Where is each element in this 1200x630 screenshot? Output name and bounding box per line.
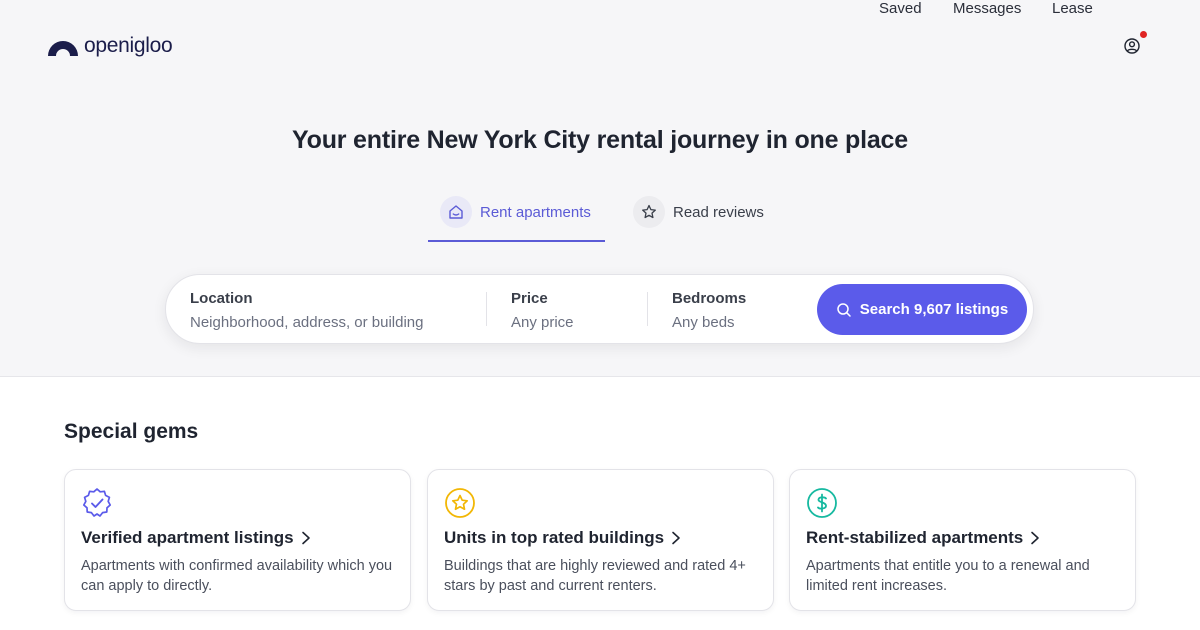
chevron-right-icon — [1031, 531, 1040, 545]
tab-rent-apartments[interactable]: Rent apartments — [428, 196, 605, 242]
brand-name: openigloo — [84, 34, 173, 57]
nav-messages[interactable]: Messages — [953, 0, 1021, 17]
nav-saved[interactable]: Saved — [879, 0, 922, 17]
search-icon — [837, 302, 851, 317]
search-button-label: Search 9,607 listings — [859, 301, 1009, 318]
chevron-right-icon — [672, 531, 680, 545]
gem-card-title: Units in top rated buildings — [444, 528, 682, 548]
gem-card-title: Verified apartment listings — [81, 528, 312, 548]
gem-card-title-text: Rent-stabilized apartments — [806, 528, 1024, 547]
gem-card-description: Apartments with confirmed availability w… — [81, 558, 393, 594]
gem-card-description: Apartments that entitle you to a renewal… — [806, 558, 1090, 594]
nav-lease[interactable]: Lease — [1052, 0, 1093, 17]
tab-read-reviews[interactable]: Read reviews — [633, 196, 773, 242]
user-circle-icon[interactable] — [1124, 38, 1140, 54]
gem-card-description: Buildings that are highly reviewed and r… — [444, 558, 746, 594]
igloo-logo-icon — [48, 41, 78, 56]
star-circle-icon — [445, 488, 475, 518]
tab-read-reviews-label: Read reviews — [673, 204, 764, 221]
price-label: Price — [511, 290, 548, 307]
location-field[interactable]: Location Neighborhood, address, or build… — [190, 275, 486, 343]
divider — [486, 292, 487, 326]
bedrooms-field[interactable]: Bedrooms Any beds — [672, 275, 812, 343]
chevron-right-icon — [301, 531, 310, 545]
gem-card-top-rated[interactable]: Units in top rated buildings Buildings t… — [427, 469, 774, 611]
brand-logo[interactable]: openigloo — [48, 34, 173, 58]
section-title: Special gems — [64, 420, 199, 443]
price-field[interactable]: Price Any price — [511, 275, 647, 343]
verified-badge-icon — [82, 488, 112, 517]
gem-card-title: Rent-stabilized apartments — [806, 528, 1041, 548]
bedrooms-select[interactable]: Any beds — [672, 314, 735, 331]
tab-rent-apartments-label: Rent apartments — [480, 204, 591, 221]
location-label: Location — [190, 290, 253, 307]
notification-dot — [1140, 31, 1147, 38]
divider — [647, 292, 648, 326]
hero-section: openigloo Saved Messages Lease Your enti… — [0, 0, 1200, 377]
search-button[interactable]: Search 9,607 listings — [817, 284, 1027, 335]
home-icon — [440, 196, 472, 228]
dollar-circle-icon — [807, 488, 837, 518]
gem-card-title-text: Verified apartment listings — [81, 528, 294, 547]
gem-card-rent-stabilized[interactable]: Rent-stabilized apartments Apartments th… — [789, 469, 1136, 611]
location-input[interactable]: Neighborhood, address, or building — [190, 314, 424, 331]
star-icon — [633, 196, 665, 228]
search-bar: Location Neighborhood, address, or build… — [165, 274, 1034, 344]
page-title: Your entire New York City rental journey… — [292, 126, 908, 154]
gem-card-verified[interactable]: Verified apartment listings Apartments w… — [64, 469, 411, 611]
bedrooms-label: Bedrooms — [672, 290, 747, 307]
gem-card-title-text: Units in top rated buildings — [444, 528, 665, 547]
price-select[interactable]: Any price — [511, 314, 574, 331]
